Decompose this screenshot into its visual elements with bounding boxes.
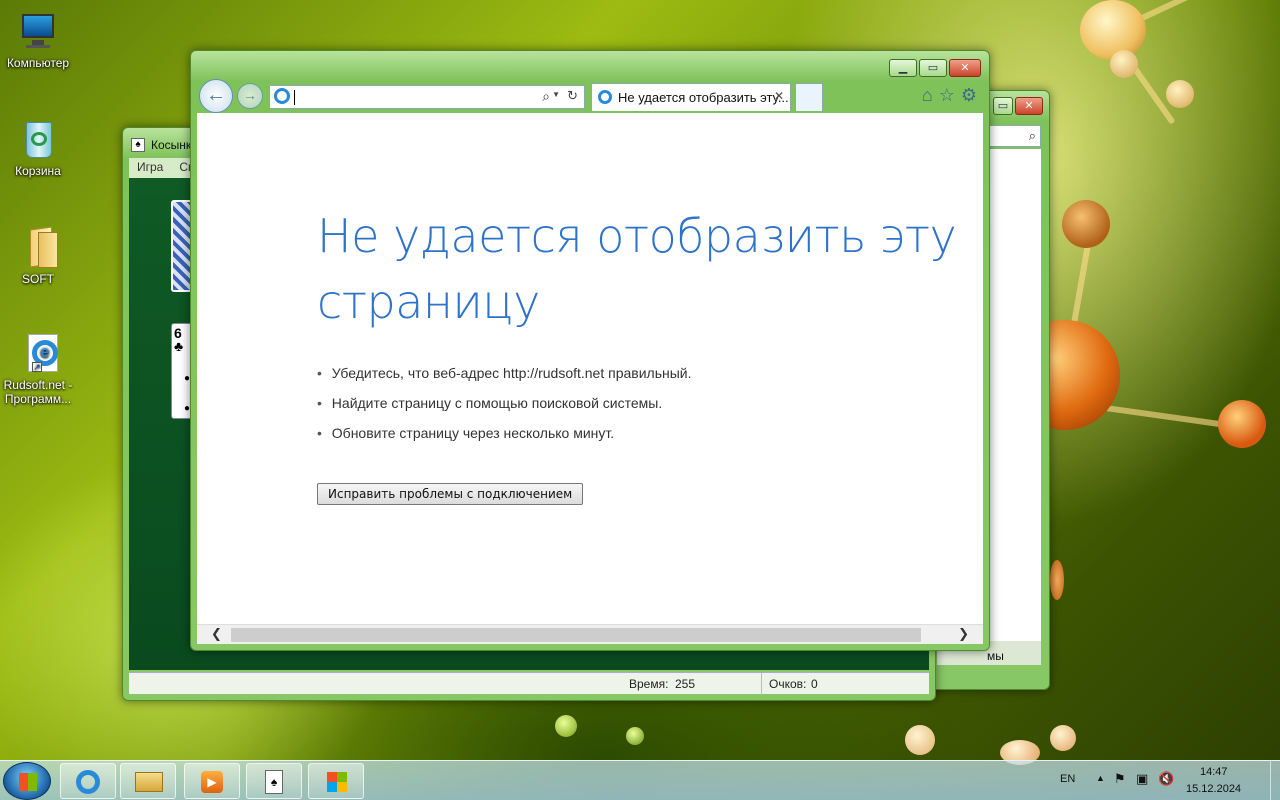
internet-explorer-icon — [76, 770, 100, 794]
back-button[interactable]: ← — [199, 79, 233, 113]
scroll-thumb[interactable] — [231, 628, 921, 642]
taskbar: ▶ ♠ EN ▲ ⚑ ▣ 🔇 14:47 15.12.2024 — [0, 760, 1280, 800]
navigation-bar: ← → ⌕ ▼ ↻ Не удается отобразить эту... ✕… — [197, 77, 983, 113]
clock-date[interactable]: 15.12.2024 — [1186, 783, 1241, 795]
desktop-icon-rudsoft-shortcut[interactable]: e ↗ Rudsoft.net - Программ... — [0, 334, 76, 406]
desktop-icon-label: Корзина — [15, 164, 61, 178]
back-arrow-icon: ← — [206, 84, 226, 106]
close-tab-icon[interactable]: ✕ — [774, 89, 784, 103]
address-input[interactable] — [294, 90, 364, 105]
error-suggestions: Убедитесь, что веб-адрес http://rudsoft.… — [317, 363, 692, 453]
score-label: Очков: — [769, 677, 807, 691]
club-icon: ♣ — [174, 338, 184, 354]
horizontal-scrollbar[interactable]: ❮ ❯ — [197, 624, 983, 644]
flag-icon[interactable]: ⚑ — [1114, 771, 1126, 787]
suggestion-item: Найдите страницу с помощью поисковой сис… — [317, 393, 692, 423]
suggestion-item: Убедитесь, что веб-адрес http://rudsoft.… — [317, 363, 692, 393]
network-icon[interactable]: ▣ — [1136, 771, 1148, 787]
close-button[interactable]: ✕ — [949, 59, 981, 77]
error-title: Не удается отобразить эту страницу — [317, 209, 957, 329]
ie-tab-icon — [598, 90, 612, 104]
maximize-button[interactable]: ▭ — [993, 97, 1013, 115]
tab-title: Не удается отобразить эту... — [618, 90, 789, 105]
language-indicator[interactable]: EN — [1060, 773, 1075, 785]
forward-arrow-icon: → — [243, 87, 257, 103]
system-tray: EN ▲ ⚑ ▣ 🔇 14:47 15.12.2024 — [1050, 761, 1280, 800]
scroll-left-icon[interactable]: ❮ — [211, 626, 222, 642]
clock-time[interactable]: 14:47 — [1200, 766, 1228, 778]
taskbar-explorer[interactable] — [120, 763, 176, 799]
desktop-icon-soft-folder[interactable]: SOFT — [0, 226, 76, 286]
suggestion-item: Обновите страницу через несколько минут. — [317, 423, 692, 453]
taskbar-media-player[interactable]: ▶ — [184, 763, 240, 799]
menu-game[interactable]: Игра — [129, 158, 171, 176]
status-divider — [761, 673, 762, 695]
desktop-icon-label: Rudsoft.net - Программ... — [3, 378, 73, 406]
browser-window[interactable]: ▁ ▭ ✕ ← → ⌕ ▼ ↻ Не удается отобразить эт… — [190, 50, 990, 651]
internet-explorer-icon: e ↗ — [18, 334, 58, 374]
status-bar: Время: 255 Очков: 0 — [129, 672, 929, 695]
computer-icon — [18, 12, 58, 52]
desktop-icon-recycle-bin[interactable]: Корзина — [0, 120, 76, 178]
solitaire-app-icon: ♠ — [131, 138, 145, 152]
close-button[interactable]: ✕ — [1015, 97, 1043, 115]
explorer-footer-text: мы — [987, 649, 1004, 663]
page-content: Не удается отобразить эту страницу Убеди… — [197, 113, 983, 624]
new-tab-button[interactable] — [795, 83, 823, 111]
cards-icon: ♠ — [265, 770, 283, 794]
settings-gear-icon[interactable]: ⚙ — [961, 85, 977, 106]
start-button[interactable] — [3, 762, 51, 800]
search-icon: ⌕ — [1028, 128, 1036, 143]
show-hidden-icons[interactable]: ▲ — [1096, 773, 1105, 783]
address-bar[interactable]: ⌕ ▼ ↻ — [269, 85, 585, 109]
folder-icon — [18, 226, 58, 268]
ie-page-icon — [274, 88, 290, 104]
desktop-icon-label: Компьютер — [6, 56, 70, 70]
volume-muted-icon[interactable]: 🔇 — [1158, 771, 1174, 787]
taskbar-windows-app[interactable] — [308, 763, 364, 799]
search-icon[interactable]: ⌕ — [542, 88, 550, 105]
desktop-icon-computer[interactable]: Компьютер — [0, 12, 76, 70]
time-label: Время: — [629, 677, 669, 691]
dropdown-arrow-icon[interactable]: ▼ — [552, 90, 560, 99]
fix-connection-button[interactable]: Исправить проблемы с подключением — [317, 483, 584, 505]
maximize-button[interactable]: ▭ — [919, 59, 947, 77]
taskbar-ie[interactable] — [60, 763, 116, 799]
taskbar-solitaire[interactable]: ♠ — [246, 763, 302, 799]
refresh-icon[interactable]: ↻ — [567, 88, 578, 104]
windows-logo-icon — [327, 772, 347, 792]
folder-icon — [135, 772, 163, 792]
minimize-button[interactable]: ▁ — [889, 59, 917, 77]
forward-button[interactable]: → — [237, 83, 263, 109]
desktop-icon-label: SOFT — [22, 272, 54, 286]
toolbar-icons: ⌂ ☆ ⚙ — [922, 85, 977, 106]
recycle-bin-icon — [18, 120, 58, 160]
home-icon[interactable]: ⌂ — [922, 85, 933, 106]
windows-logo-icon — [19, 773, 37, 791]
favorites-star-icon[interactable]: ☆ — [939, 85, 955, 106]
show-desktop-button[interactable] — [1270, 761, 1280, 800]
media-player-icon: ▶ — [201, 771, 223, 793]
score-value: 0 — [811, 677, 818, 691]
scroll-right-icon[interactable]: ❯ — [958, 626, 969, 642]
time-value: 255 — [675, 677, 696, 691]
browser-tab[interactable]: Не удается отобразить эту... ✕ — [591, 83, 791, 111]
